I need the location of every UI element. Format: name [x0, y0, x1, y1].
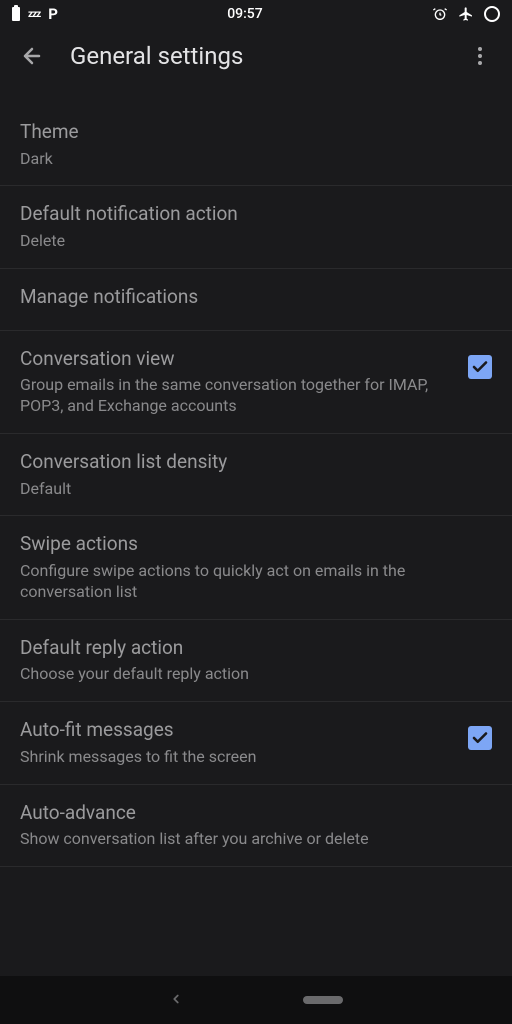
- nav-back-button[interactable]: [169, 991, 183, 1010]
- p-icon: P: [48, 5, 58, 23]
- setting-subtitle: Default: [20, 479, 492, 500]
- setting-title: Swipe actions: [20, 532, 492, 557]
- dot-icon: [478, 61, 482, 65]
- setting-title: Auto-fit messages: [20, 718, 452, 743]
- settings-list: Theme Dark Default notification action D…: [0, 84, 512, 867]
- status-bar: zzz P 09:57: [0, 0, 512, 28]
- setting-subtitle: Show conversation list after you archive…: [20, 829, 492, 850]
- status-right: [432, 6, 500, 22]
- setting-swipe-actions[interactable]: Swipe actions Configure swipe actions to…: [0, 516, 512, 619]
- setting-subtitle: Group emails in the same conversation to…: [20, 375, 452, 417]
- dot-icon: [478, 47, 482, 51]
- setting-auto-fit-messages[interactable]: Auto-fit messages Shrink messages to fit…: [0, 702, 512, 784]
- status-left: zzz P: [12, 5, 58, 23]
- setting-auto-advance[interactable]: Auto-advance Show conversation list afte…: [0, 785, 512, 867]
- status-clock: 09:57: [227, 6, 263, 22]
- overflow-menu-button[interactable]: [460, 36, 500, 76]
- nav-home-pill[interactable]: [303, 996, 343, 1004]
- setting-theme[interactable]: Theme Dark: [0, 104, 512, 186]
- setting-default-notification-action[interactable]: Default notification action Delete: [0, 186, 512, 268]
- setting-subtitle: Delete: [20, 231, 492, 252]
- navigation-bar: [0, 976, 512, 1024]
- setting-manage-notifications[interactable]: Manage notifications: [0, 269, 512, 331]
- page-title: General settings: [70, 42, 460, 70]
- setting-title: Default notification action: [20, 202, 492, 227]
- battery-icon: [12, 7, 20, 21]
- setting-subtitle: Choose your default reply action: [20, 664, 492, 685]
- alarm-icon: [432, 6, 448, 22]
- dnd-icon: zzz: [28, 9, 40, 20]
- checkbox-checked-icon[interactable]: [468, 355, 492, 379]
- setting-conversation-list-density[interactable]: Conversation list density Default: [0, 434, 512, 516]
- setting-conversation-view[interactable]: Conversation view Group emails in the sa…: [0, 331, 512, 434]
- app-bar: General settings: [0, 28, 512, 84]
- circle-icon: [484, 6, 500, 22]
- dot-icon: [478, 54, 482, 58]
- setting-title: Auto-advance: [20, 801, 492, 826]
- checkbox-checked-icon[interactable]: [468, 726, 492, 750]
- setting-default-reply-action[interactable]: Default reply action Choose your default…: [0, 620, 512, 702]
- setting-subtitle: Dark: [20, 149, 492, 170]
- setting-subtitle: Shrink messages to fit the screen: [20, 747, 452, 768]
- setting-title: Manage notifications: [20, 285, 492, 310]
- setting-title: Theme: [20, 120, 492, 145]
- setting-title: Conversation list density: [20, 450, 492, 475]
- setting-title: Conversation view: [20, 347, 452, 372]
- airplane-icon: [458, 6, 474, 22]
- back-button[interactable]: [12, 36, 52, 76]
- setting-title: Default reply action: [20, 636, 492, 661]
- setting-subtitle: Configure swipe actions to quickly act o…: [20, 561, 492, 603]
